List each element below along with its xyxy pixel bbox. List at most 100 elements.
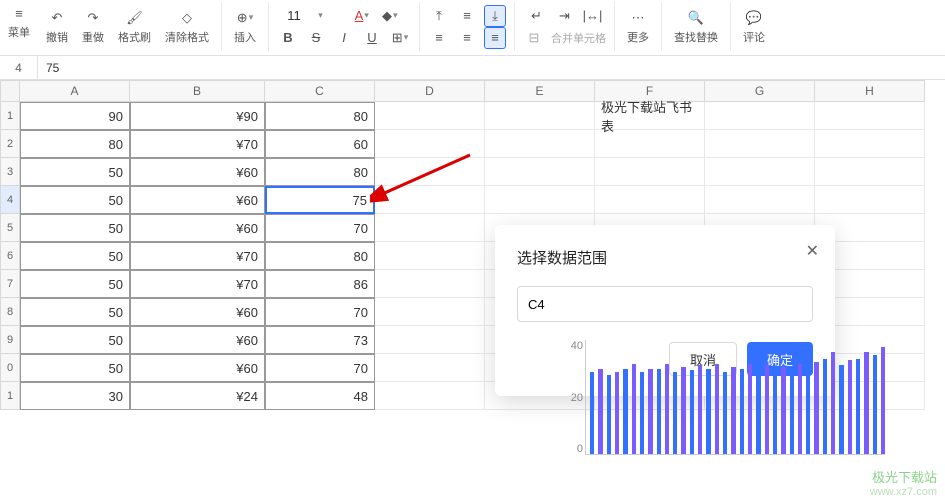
strikethrough-button[interactable]: S xyxy=(305,27,327,49)
cell[interactable]: 50 xyxy=(20,326,130,354)
cell[interactable]: 50 xyxy=(20,242,130,270)
insert-button[interactable]: ⊕▾ 插入 xyxy=(230,7,260,47)
cell[interactable]: 50 xyxy=(20,214,130,242)
cell[interactable]: 73 xyxy=(265,326,375,354)
dialog-close-button[interactable]: ✕ xyxy=(806,241,819,261)
clip-button[interactable]: |↔| xyxy=(582,5,604,27)
cell[interactable]: 90 xyxy=(20,102,130,130)
formula-input[interactable]: 75 xyxy=(38,61,945,75)
row-header[interactable]: 8 xyxy=(0,298,20,326)
cell[interactable] xyxy=(375,326,485,354)
cell[interactable]: ¥60 xyxy=(130,298,265,326)
cell[interactable] xyxy=(705,158,815,186)
column-header-H[interactable]: H xyxy=(815,80,925,102)
column-header-B[interactable]: B xyxy=(130,80,265,102)
select-all-corner[interactable] xyxy=(0,80,20,102)
cell[interactable] xyxy=(595,186,705,214)
align-center-button[interactable]: ≡ xyxy=(456,27,478,49)
row-header[interactable]: 1 xyxy=(0,382,20,410)
italic-button[interactable]: I xyxy=(333,27,355,49)
cell-reference[interactable]: 4 xyxy=(0,56,38,79)
column-header-D[interactable]: D xyxy=(375,80,485,102)
cell[interactable]: 80 xyxy=(20,130,130,158)
cell[interactable] xyxy=(815,130,925,158)
cell[interactable] xyxy=(375,214,485,242)
cell[interactable] xyxy=(485,102,595,130)
redo-button[interactable]: ↷ 重做 xyxy=(78,7,108,47)
more-button[interactable]: ⋯ 更多 xyxy=(623,7,653,47)
cell[interactable] xyxy=(815,158,925,186)
find-replace-button[interactable]: 🔍 查找替换 xyxy=(670,7,722,47)
cell[interactable] xyxy=(485,186,595,214)
cell[interactable] xyxy=(375,270,485,298)
cell[interactable] xyxy=(375,242,485,270)
valign-bottom-button[interactable]: ⤓ xyxy=(484,5,506,27)
cell[interactable]: 80 xyxy=(265,242,375,270)
cell[interactable] xyxy=(705,186,815,214)
cell[interactable]: ¥70 xyxy=(130,242,265,270)
cell[interactable] xyxy=(375,382,485,410)
cell[interactable] xyxy=(815,186,925,214)
cell[interactable] xyxy=(485,130,595,158)
cell[interactable]: 30 xyxy=(20,382,130,410)
bold-button[interactable]: B xyxy=(277,27,299,49)
row-header[interactable]: 2 xyxy=(0,130,20,158)
row-header[interactable]: 4 xyxy=(0,186,20,214)
cell[interactable] xyxy=(595,158,705,186)
cell[interactable] xyxy=(595,130,705,158)
cell[interactable]: 60 xyxy=(265,130,375,158)
row-header[interactable]: 6 xyxy=(0,242,20,270)
menu-button[interactable]: ≡ 菜单 xyxy=(4,2,34,42)
align-left-button[interactable]: ≡ xyxy=(428,27,450,49)
wrap-button[interactable]: ↵ xyxy=(526,5,548,27)
cell[interactable]: 50 xyxy=(20,186,130,214)
cell[interactable]: 极光下载站飞书表 xyxy=(595,102,705,130)
cell[interactable]: 86 xyxy=(265,270,375,298)
font-color-button[interactable]: A▾ xyxy=(351,5,373,27)
align-right-button[interactable]: ≡ xyxy=(484,27,506,49)
cell[interactable] xyxy=(815,102,925,130)
cell[interactable] xyxy=(485,158,595,186)
column-header-E[interactable]: E xyxy=(485,80,595,102)
row-header[interactable]: 9 xyxy=(0,326,20,354)
row-header[interactable]: 0 xyxy=(0,354,20,382)
overflow-button[interactable]: ⇥ xyxy=(554,5,576,27)
cell[interactable]: ¥60 xyxy=(130,326,265,354)
cell[interactable]: 80 xyxy=(265,158,375,186)
font-size-selector[interactable]: 11 ▾ xyxy=(287,8,323,23)
format-painter-button[interactable]: 🖌 格式刷 xyxy=(114,7,155,47)
cell[interactable] xyxy=(375,354,485,382)
undo-button[interactable]: ↶ 撤销 xyxy=(42,7,72,47)
cell[interactable]: 80 xyxy=(265,102,375,130)
cell[interactable] xyxy=(705,130,815,158)
row-header[interactable]: 1 xyxy=(0,102,20,130)
borders-button[interactable]: ⊞▾ xyxy=(389,27,411,49)
cell[interactable]: 48 xyxy=(265,382,375,410)
comment-button[interactable]: 💬 评论 xyxy=(739,7,769,47)
cell[interactable]: ¥60 xyxy=(130,214,265,242)
range-input[interactable] xyxy=(517,286,813,322)
cell[interactable] xyxy=(705,102,815,130)
column-header-C[interactable]: C xyxy=(265,80,375,102)
cell[interactable]: ¥70 xyxy=(130,270,265,298)
row-header[interactable]: 3 xyxy=(0,158,20,186)
cell[interactable] xyxy=(375,102,485,130)
merge-button[interactable]: ⊟ xyxy=(523,27,545,49)
row-header[interactable]: 5 xyxy=(0,214,20,242)
cell[interactable]: ¥60 xyxy=(130,158,265,186)
column-header-G[interactable]: G xyxy=(705,80,815,102)
underline-button[interactable]: U xyxy=(361,27,383,49)
row-header[interactable]: 7 xyxy=(0,270,20,298)
cell[interactable]: 70 xyxy=(265,214,375,242)
cell[interactable]: 50 xyxy=(20,270,130,298)
clear-format-button[interactable]: ◇ 清除格式 xyxy=(161,7,213,47)
column-header-A[interactable]: A xyxy=(20,80,130,102)
cell[interactable]: 50 xyxy=(20,298,130,326)
cell[interactable]: ¥60 xyxy=(130,354,265,382)
cell[interactable]: ¥70 xyxy=(130,130,265,158)
fill-color-button[interactable]: ◆▾ xyxy=(379,5,401,27)
cell[interactable] xyxy=(375,298,485,326)
cell[interactable]: 50 xyxy=(20,354,130,382)
valign-middle-button[interactable]: ≡ xyxy=(456,5,478,27)
cell[interactable]: 50 xyxy=(20,158,130,186)
